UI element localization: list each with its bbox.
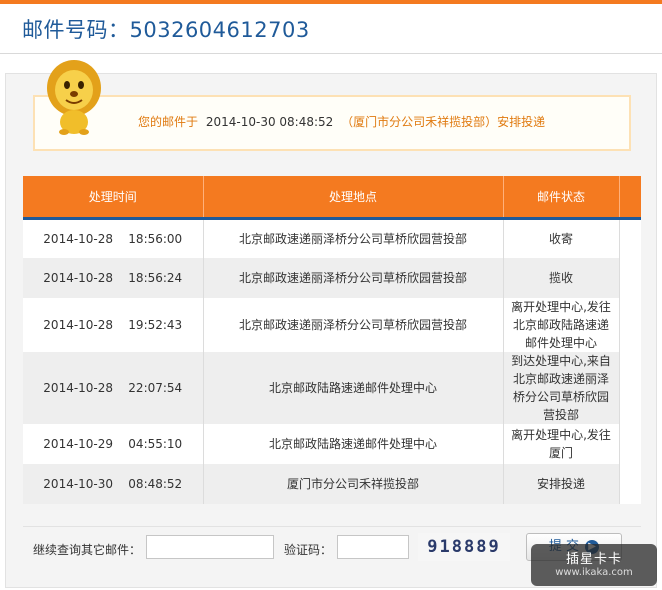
page-header: 邮件号码：5032604612703 bbox=[0, 4, 662, 54]
table-header-row: 处理时间 处理地点 邮件状态 bbox=[23, 176, 641, 220]
row-status: 揽收 bbox=[503, 258, 620, 298]
captcha-image[interactable]: 918889 bbox=[418, 533, 510, 561]
row-status: 安排投递 bbox=[503, 464, 620, 504]
table-row: 2014-10-28 22:07:54 北京邮政陆路速递邮件处理中心 到达处理中… bbox=[23, 352, 641, 424]
row-place: 北京邮政速递丽泽桥分公司草桥欣园营投部 bbox=[203, 298, 504, 352]
row-status: 到达处理中心,来自北京邮政速递丽泽桥分公司草桥欣园营投部 bbox=[503, 352, 620, 424]
notice-suffix: （厦门市分公司禾祥揽投部）安排投递 bbox=[341, 115, 546, 129]
row-place: 厦门市分公司禾祥揽投部 bbox=[203, 464, 504, 504]
query-label: 继续查询其它邮件： bbox=[33, 543, 142, 557]
row-time: 2014-10-29 04:55:10 bbox=[23, 424, 204, 464]
captcha-label: 验证码： bbox=[284, 543, 333, 557]
row-status: 离开处理中心,发往北京邮政陆路速递邮件处理中心 bbox=[503, 298, 620, 352]
header-spacer bbox=[619, 176, 641, 220]
header-time: 处理时间 bbox=[23, 176, 204, 220]
row-place: 北京邮政陆路速递邮件处理中心 bbox=[203, 424, 504, 464]
watermark-line2: www.ikaka.com bbox=[555, 567, 633, 578]
row-place: 北京邮政速递丽泽桥分公司草桥欣园营投部 bbox=[203, 258, 504, 298]
table-row: 2014-10-28 18:56:00 北京邮政速递丽泽桥分公司草桥欣园营投部 … bbox=[23, 218, 641, 258]
header-place: 处理地点 bbox=[203, 176, 504, 220]
row-time: 2014-10-28 22:07:54 bbox=[23, 352, 204, 424]
table-row: 2014-10-28 18:56:24 北京邮政速递丽泽桥分公司草桥欣园营投部 … bbox=[23, 258, 641, 298]
row-time: 2014-10-28 19:52:43 bbox=[23, 298, 204, 352]
header-status: 邮件状态 bbox=[503, 176, 620, 220]
notice-prefix: 您的邮件于 bbox=[138, 115, 199, 129]
tracking-table: 处理时间 处理地点 邮件状态 2014-10-28 18:56:00 北京邮政速… bbox=[23, 176, 641, 504]
watermark-line1: 插星卡卡 bbox=[565, 552, 622, 567]
tracking-number-input[interactable] bbox=[146, 535, 274, 559]
notice-message: 您的邮件于 2014-10-30 08:48:52 （厦门市分公司禾祥揽投部）安… bbox=[138, 113, 545, 130]
table-row: 2014-10-28 19:52:43 北京邮政速递丽泽桥分公司草桥欣园营投部 … bbox=[23, 298, 641, 352]
page-title: 邮件号码：5032604612703 bbox=[22, 18, 310, 42]
watermark-logo: 插星卡卡 www.ikaka.com bbox=[531, 544, 657, 586]
notice-datetime: 2014-10-30 08:48:52 bbox=[205, 115, 334, 129]
table-row: 2014-10-29 04:55:10 北京邮政陆路速递邮件处理中心 离开处理中… bbox=[23, 424, 641, 464]
table-row: 2014-10-30 08:48:52 厦门市分公司禾祥揽投部 安排投递 bbox=[23, 464, 641, 504]
row-place: 北京邮政速递丽泽桥分公司草桥欣园营投部 bbox=[203, 218, 504, 258]
lion-mascot-icon bbox=[47, 60, 101, 135]
row-time: 2014-10-28 18:56:24 bbox=[23, 258, 204, 298]
row-time: 2014-10-30 08:48:52 bbox=[23, 464, 204, 504]
row-place: 北京邮政陆路速递邮件处理中心 bbox=[203, 352, 504, 424]
captcha-input[interactable] bbox=[337, 535, 409, 559]
row-status: 离开处理中心,发往厦门 bbox=[503, 424, 620, 464]
delivery-notice: 您的邮件于 2014-10-30 08:48:52 （厦门市分公司禾祥揽投部）安… bbox=[33, 95, 631, 151]
row-status: 收寄 bbox=[503, 218, 620, 258]
row-time: 2014-10-28 18:56:00 bbox=[23, 218, 204, 258]
